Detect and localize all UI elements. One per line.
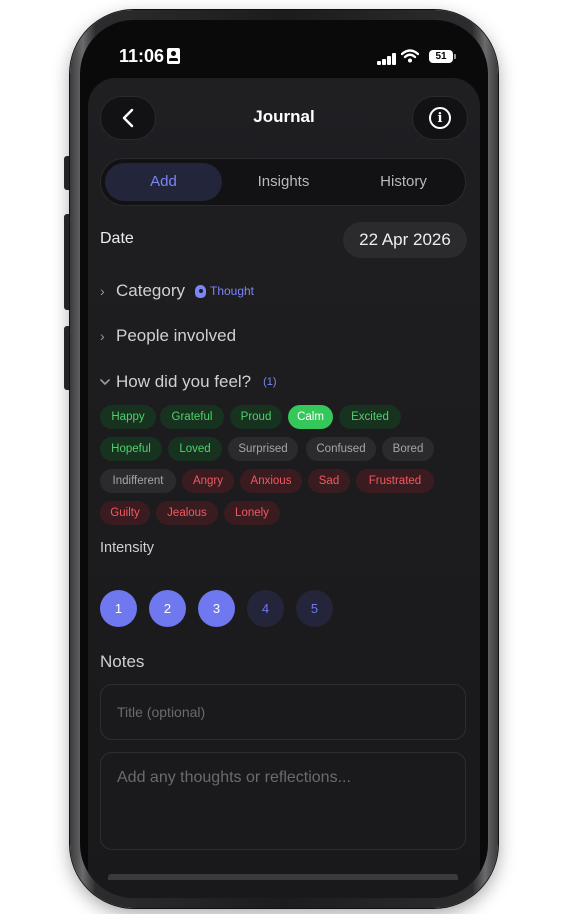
info-button[interactable]: i (412, 96, 468, 140)
info-icon: i (429, 107, 451, 129)
chip-frustrated[interactable]: Frustrated (356, 469, 434, 493)
people-section[interactable]: › People involved (100, 326, 236, 346)
chip-happy[interactable]: Happy (100, 405, 156, 429)
chip-proud[interactable]: Proud (230, 405, 282, 429)
journal-app: Journal i Add Insights History Date 22 A… (88, 78, 480, 898)
feelings-section[interactable]: How did you feel? (1) (100, 372, 277, 392)
chip-angry[interactable]: Angry (182, 469, 234, 493)
intensity-level-3[interactable]: 3 (198, 590, 235, 627)
feelings-label: How did you feel? (116, 372, 252, 391)
phone-screen: 11:06 51 Journal i Add Insights History … (80, 20, 488, 898)
intensity-level-5[interactable]: 5 (296, 590, 333, 627)
intensity-level-4[interactable]: 4 (247, 590, 284, 627)
chip-lonely[interactable]: Lonely (224, 501, 280, 525)
battery-icon: 51 (429, 50, 456, 63)
chip-guilty[interactable]: Guilty (100, 501, 150, 525)
chip-bored[interactable]: Bored (382, 437, 434, 461)
status-time: 11:06 (119, 46, 165, 66)
signal-icon (377, 53, 397, 65)
intensity-label: Intensity (100, 540, 154, 556)
category-label: Category (116, 281, 185, 300)
chip-sad[interactable]: Sad (308, 469, 350, 493)
chip-indifferent[interactable]: Indifferent (100, 469, 176, 493)
chip-grateful[interactable]: Grateful (160, 405, 224, 429)
chip-excited[interactable]: Excited (339, 405, 401, 429)
id-card-icon (167, 48, 180, 64)
chip-confused[interactable]: Confused (306, 437, 376, 461)
chip-hopeful[interactable]: Hopeful (100, 437, 162, 461)
wifi-icon (401, 49, 419, 63)
chip-jealous[interactable]: Jealous (156, 501, 218, 525)
chip-loved[interactable]: Loved (168, 437, 222, 461)
chevron-down-icon (100, 379, 110, 386)
category-section[interactable]: › Category Thought (100, 281, 254, 301)
date-picker[interactable]: 22 Apr 2026 (343, 222, 467, 258)
chevron-right-icon: › (100, 283, 105, 299)
category-badge-label: Thought (209, 284, 255, 298)
tab-add[interactable]: Add (105, 163, 222, 201)
intensity-level-1[interactable]: 1 (100, 590, 137, 627)
tab-history[interactable]: History (345, 163, 462, 201)
note-title-input[interactable] (100, 684, 466, 740)
date-label: Date (100, 230, 134, 247)
chip-surprised[interactable]: Surprised (228, 437, 298, 461)
category-badge: Thought (194, 284, 255, 298)
notes-label: Notes (100, 652, 145, 671)
feelings-count: (1) (263, 376, 277, 388)
chip-anxious[interactable]: Anxious (240, 469, 302, 493)
bottom-sheet-edge (108, 874, 458, 880)
tab-insights[interactable]: Insights (225, 163, 342, 201)
people-label: People involved (116, 326, 237, 345)
tab-bar: Add Insights History (100, 158, 466, 206)
intensity-level-2[interactable]: 2 (149, 590, 186, 627)
thought-icon (194, 284, 206, 298)
chip-calm[interactable]: Calm (288, 405, 333, 429)
note-body-input[interactable] (100, 752, 466, 850)
chevron-right-icon: › (100, 328, 105, 344)
